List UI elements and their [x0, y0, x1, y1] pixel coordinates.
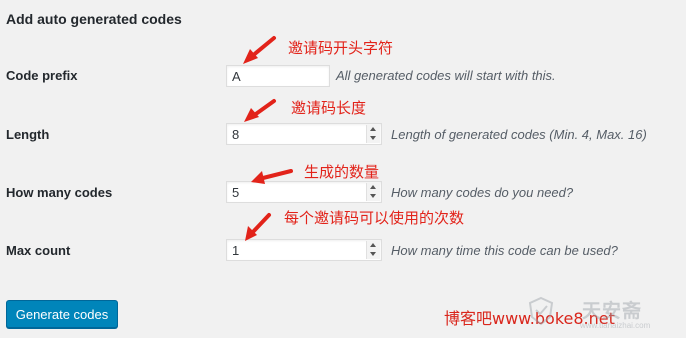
max-count-spinner[interactable]	[366, 241, 380, 259]
max-count-input-wrapper	[226, 239, 382, 261]
max-count-arrow-icon	[245, 213, 271, 241]
max-count-help: How many time this code can be used?	[391, 243, 618, 258]
code-prefix-input[interactable]	[227, 66, 329, 86]
code-prefix-help: All generated codes will start with this…	[336, 68, 556, 83]
generate-codes-button[interactable]: Generate codes	[6, 300, 118, 328]
max-count-input[interactable]	[227, 240, 365, 260]
watermark-brand: 天安斋	[582, 300, 643, 322]
watermark: 天安斋 www.tianaizhai.com	[528, 292, 678, 334]
watermark-shield-icon	[528, 296, 554, 326]
add-auto-generated-codes-page: Add auto generated codes Code prefix All…	[0, 0, 686, 338]
how-many-codes-spinner[interactable]	[366, 183, 380, 201]
length-input[interactable]	[227, 124, 365, 144]
length-annotation: 邀请码长度	[291, 99, 367, 117]
how-many-codes-input[interactable]	[227, 182, 365, 202]
length-spinner[interactable]	[366, 125, 380, 143]
max-count-label: Max count	[6, 243, 71, 258]
length-spinner-down-icon[interactable]	[367, 134, 380, 143]
page-title: Add auto generated codes	[6, 11, 182, 27]
length-label: Length	[6, 127, 50, 142]
length-help: Length of generated codes (Min. 4, Max. …	[391, 127, 647, 142]
code-prefix-input-wrapper	[226, 65, 330, 87]
how-many-codes-help: How many codes do you need?	[391, 185, 574, 200]
code-prefix-arrow-icon	[243, 36, 276, 64]
how-many-codes-annotation: 生成的数量	[304, 163, 380, 181]
length-arrow-icon	[244, 99, 276, 122]
how-many-codes-label: How many codes	[6, 185, 113, 200]
length-input-wrapper	[226, 123, 382, 145]
code-prefix-annotation: 邀请码开头字符	[288, 39, 394, 57]
code-prefix-label: Code prefix	[6, 68, 78, 83]
watermark-url: www.tianaizhai.com	[580, 321, 651, 330]
max-count-spinner-down-icon[interactable]	[367, 250, 380, 259]
how-many-codes-spinner-down-icon[interactable]	[367, 192, 380, 201]
max-count-annotation: 每个邀请码可以使用的次数	[284, 209, 465, 227]
how-many-codes-input-wrapper	[226, 181, 382, 203]
